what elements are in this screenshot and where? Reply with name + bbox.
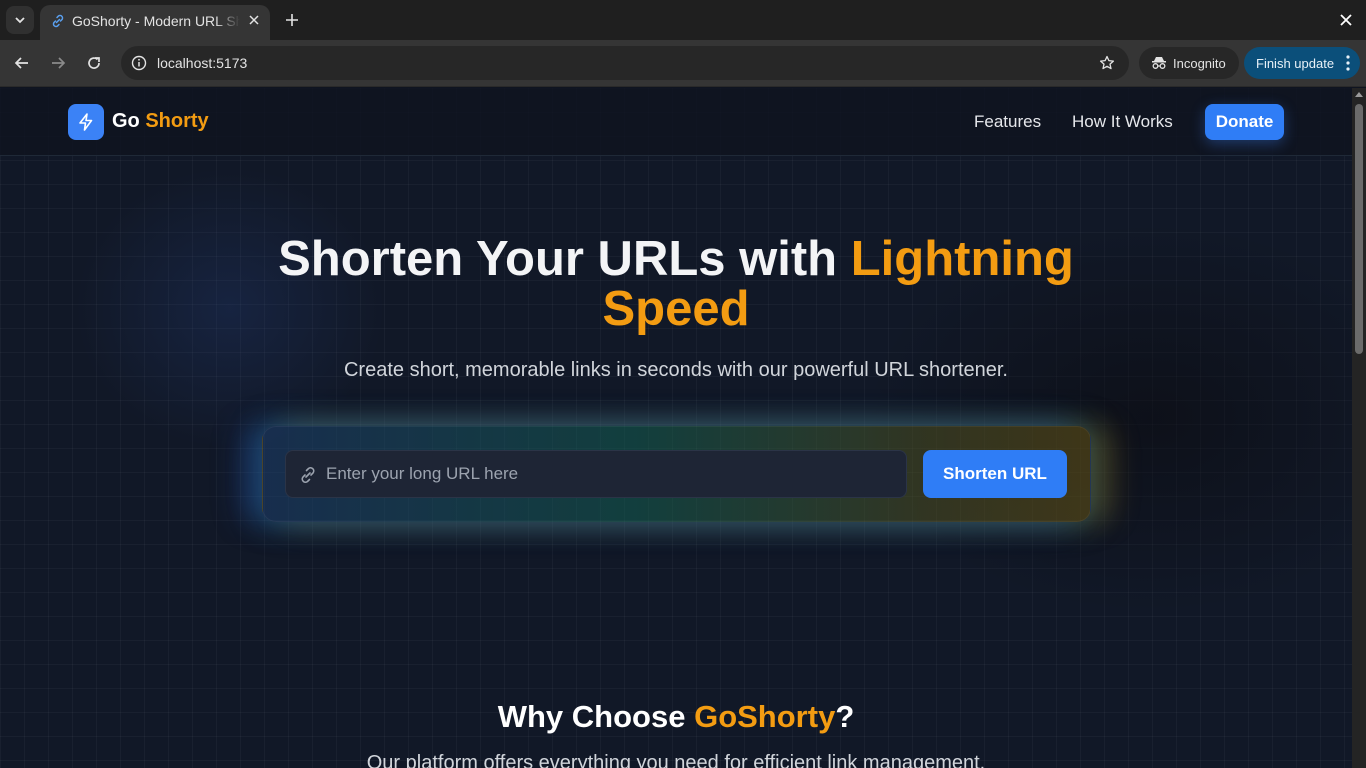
site-info-icon[interactable] xyxy=(129,53,149,73)
url-input-wrapper[interactable] xyxy=(285,450,907,498)
site-header: Go Shorty Features How It Works Donate xyxy=(0,88,1352,156)
tab-close-icon[interactable] xyxy=(246,12,262,28)
bookmark-star-icon[interactable] xyxy=(1097,53,1117,73)
page-viewport: Go Shorty Features How It Works Donate S… xyxy=(0,88,1352,768)
chevron-down-icon xyxy=(15,17,25,24)
forward-arrow-icon xyxy=(52,57,66,69)
lightning-bolt-icon xyxy=(79,113,93,131)
incognito-indicator[interactable]: Incognito xyxy=(1139,47,1239,79)
page-scrollbar[interactable] xyxy=(1352,88,1366,768)
incognito-label: Incognito xyxy=(1173,55,1226,71)
finish-update-label: Finish update xyxy=(1256,55,1335,71)
logo-accent: Shorty xyxy=(145,110,209,132)
browser-tabstrip: GoShorty - Modern URL Shortener xyxy=(0,0,1366,40)
forward-button[interactable] xyxy=(45,50,71,76)
incognito-icon xyxy=(1152,57,1166,69)
why-title-suffix: ? xyxy=(835,699,855,734)
logo-badge[interactable] xyxy=(68,104,104,140)
tab-title: GoShorty - Modern URL Shortener xyxy=(72,13,240,29)
why-title-prefix: Why Choose xyxy=(497,699,695,734)
address-url[interactable]: localhost:5173 xyxy=(157,55,247,71)
reload-icon xyxy=(88,57,100,69)
hero-title: Shorten Your URLs with Lightning Speed xyxy=(230,234,1122,334)
shorten-url-button[interactable]: Shorten URL xyxy=(923,450,1067,498)
back-arrow-icon xyxy=(14,57,28,69)
why-title-accent: GoShorty xyxy=(694,699,836,734)
finish-update-button[interactable]: Finish update xyxy=(1244,47,1360,79)
plus-icon xyxy=(286,14,298,26)
link-favicon-icon xyxy=(50,13,66,29)
scroll-up-arrow-icon[interactable] xyxy=(1355,92,1363,97)
why-section-subtitle: Our platform offers everything you need … xyxy=(366,752,986,768)
url-input[interactable] xyxy=(326,451,896,497)
back-button[interactable] xyxy=(9,50,35,76)
browser-toolbar: localhost:5173 Incognito Finish update xyxy=(0,40,1366,87)
link-icon xyxy=(301,467,315,483)
reload-button[interactable] xyxy=(81,50,107,76)
nav-features-link[interactable]: Features xyxy=(974,112,1041,132)
close-icon xyxy=(1340,14,1352,26)
tab-search-button[interactable] xyxy=(6,6,34,34)
browser-tab-active[interactable]: GoShorty - Modern URL Shortener xyxy=(40,5,270,40)
hero-subtitle: Create short, memorable links in seconds… xyxy=(343,359,1008,381)
window-close-button[interactable] xyxy=(1334,8,1358,32)
donate-button[interactable]: Donate xyxy=(1205,104,1284,140)
address-bar[interactable]: localhost:5173 xyxy=(121,46,1129,80)
scrollbar-thumb[interactable] xyxy=(1355,104,1363,354)
hero-title-main: Shorten Your URLs with xyxy=(278,232,851,286)
logo-text[interactable]: Go Shorty xyxy=(112,110,209,133)
logo-prefix: Go xyxy=(112,110,140,132)
nav-how-it-works-link[interactable]: How It Works xyxy=(1072,112,1173,132)
why-section-title: Why Choose GoShorty? xyxy=(300,699,1052,735)
kebab-menu-icon xyxy=(1346,55,1350,71)
new-tab-button[interactable] xyxy=(280,8,304,32)
